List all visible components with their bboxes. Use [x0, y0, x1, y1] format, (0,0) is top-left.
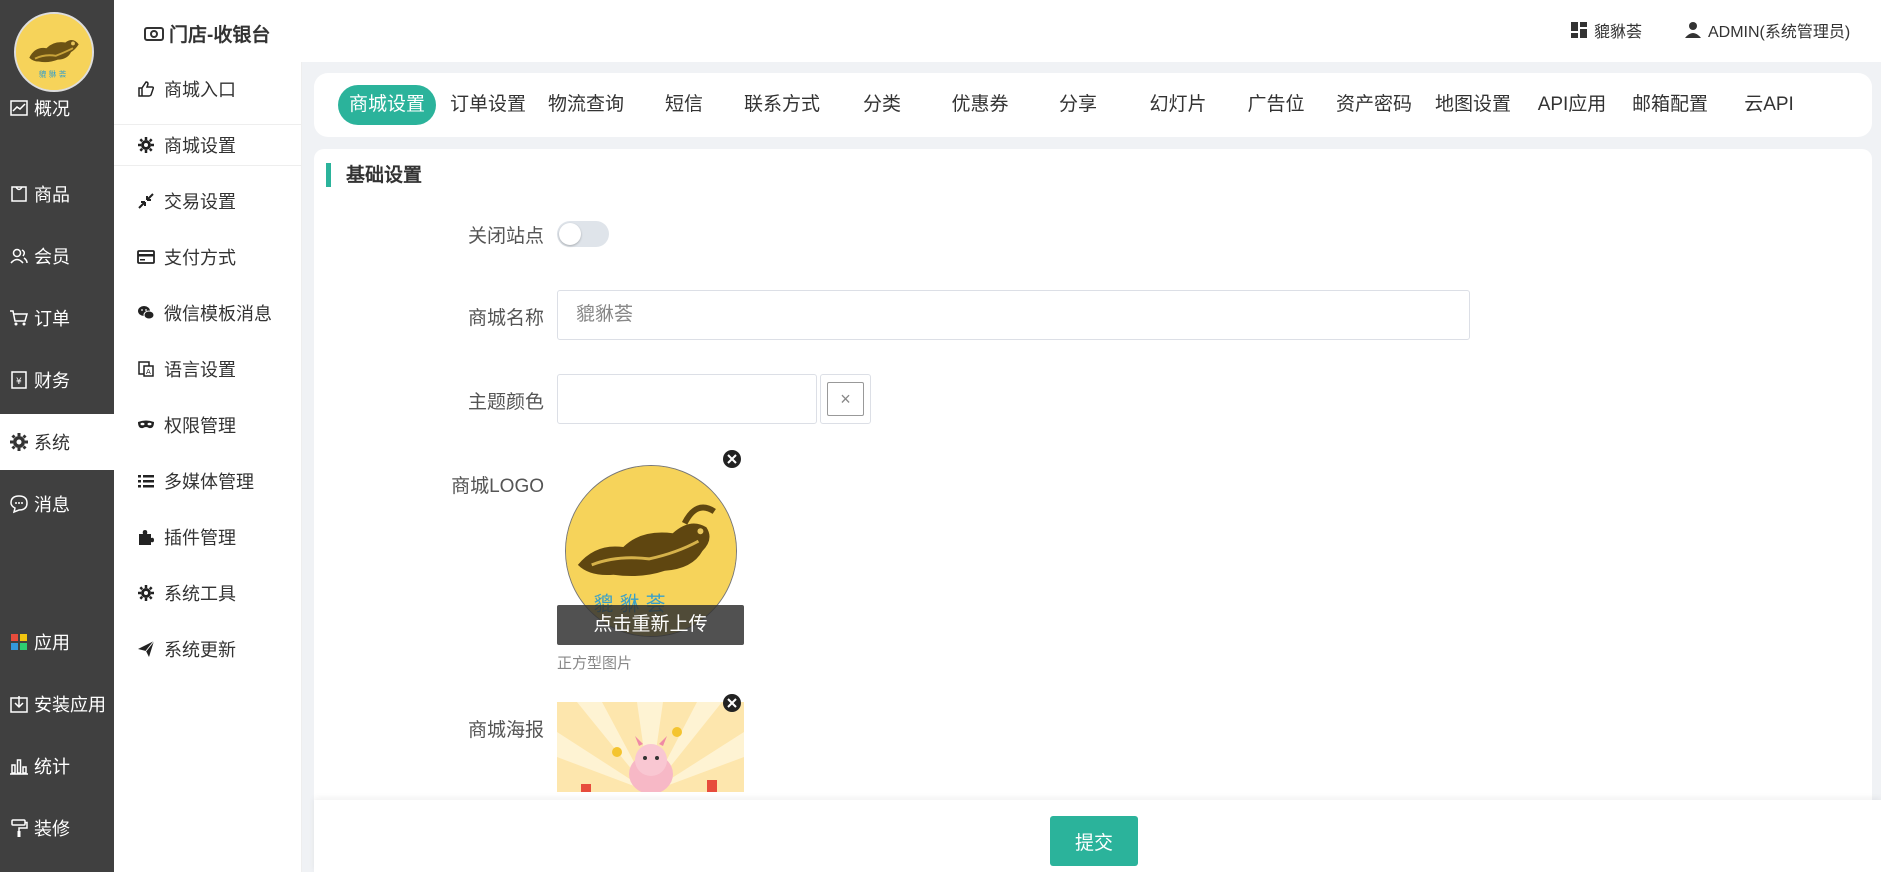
close-site-switch[interactable] — [557, 221, 609, 247]
poster-upload[interactable] — [557, 702, 744, 792]
color-clear-icon: × — [827, 382, 864, 416]
poster-label: 商城海报 — [467, 720, 544, 741]
tab-logistics[interactable]: 物流查询 — [546, 85, 626, 125]
user-menu[interactable]: ADMIN(系统管理员) — [1684, 18, 1850, 42]
poster-preview — [557, 702, 744, 792]
nav-system[interactable]: 系统 — [0, 414, 114, 470]
sub-item-language-settings[interactable]: A 语言设置 — [114, 348, 302, 390]
install-icon — [8, 693, 30, 715]
nav-install-apps[interactable]: 安装应用 — [0, 676, 114, 732]
puzzle-icon — [136, 527, 156, 547]
sub-item-shop-settings[interactable]: 商城设置 — [114, 124, 302, 166]
tab-sms[interactable]: 短信 — [644, 85, 724, 125]
sub-item-system-tools[interactable]: 系统工具 — [114, 572, 302, 614]
shop-switcher[interactable]: 貔貅荟 — [1570, 18, 1642, 42]
section-title: 基础设置 — [346, 165, 423, 186]
poster-delete-button[interactable] — [723, 694, 741, 712]
gear-icon — [136, 135, 156, 155]
tab-asset-password[interactable]: 资产密码 — [1334, 85, 1414, 125]
nav-statistics[interactable]: 统计 — [0, 738, 114, 794]
shop-name-input[interactable] — [557, 290, 1470, 340]
settings-panel: 基础设置 关闭站点 商城名称 主题颜色 × 商城LOGO 貔 貅 荟 点击重新上… — [314, 149, 1872, 872]
main-sidebar: 貔 貅 荟 概况 商品 会员 订单 ¥ 财务 系统 消息 应用 安装应用 统计 … — [0, 0, 114, 872]
settings-tabs: 商城设置 订单设置 物流查询 短信 联系方式 分类 优惠券 分享 幻灯片 广告位… — [314, 73, 1872, 137]
logo-delete-button[interactable] — [723, 450, 741, 468]
tab-shop-settings[interactable]: 商城设置 — [338, 85, 436, 125]
tab-map-settings[interactable]: 地图设置 — [1433, 85, 1513, 125]
nav-messages[interactable]: 消息 — [0, 476, 114, 532]
tab-cloud-api[interactable]: 云API — [1729, 85, 1809, 125]
nav-decoration[interactable]: 装修 — [0, 800, 114, 856]
svg-text:A: A — [146, 368, 151, 376]
sub-item-payment-methods[interactable]: 支付方式 — [114, 236, 302, 278]
nav-members[interactable]: 会员 — [0, 228, 114, 284]
shop-name-label: 商城名称 — [467, 308, 544, 329]
card-icon — [136, 247, 156, 267]
tab-ads[interactable]: 广告位 — [1236, 85, 1316, 125]
logo-hint: 正方型图片 — [557, 655, 633, 672]
svg-text:貔 貅 荟: 貔 貅 荟 — [39, 69, 67, 79]
sub-item-media[interactable]: 多媒体管理 — [114, 460, 302, 502]
tab-category[interactable]: 分类 — [842, 85, 922, 125]
nav-overview[interactable]: 概况 — [0, 80, 114, 136]
language-icon: A — [136, 359, 156, 379]
page-title: 门店-收银台 — [144, 20, 270, 47]
nav-apps[interactable]: 应用 — [0, 614, 114, 670]
cart-icon — [8, 307, 30, 329]
form-footer: 提交 — [314, 800, 1881, 872]
arrows-icon — [136, 191, 156, 211]
close-icon — [727, 698, 737, 708]
tab-api-apps[interactable]: API应用 — [1532, 85, 1612, 125]
chart-icon — [8, 97, 30, 119]
logo-label: 商城LOGO — [451, 476, 544, 497]
nav-finance[interactable]: ¥ 财务 — [0, 352, 114, 408]
gear-icon — [136, 583, 156, 603]
message-icon — [8, 493, 30, 515]
theme-color-label: 主题颜色 — [467, 392, 544, 413]
tab-slideshow[interactable]: 幻灯片 — [1138, 85, 1218, 125]
tab-share[interactable]: 分享 — [1038, 85, 1118, 125]
paint-roller-icon — [8, 817, 30, 839]
theme-color-picker[interactable]: × — [820, 374, 871, 424]
close-icon — [727, 454, 737, 464]
top-header: 门店-收银台 貔貅荟 ADMIN(系统管理员) — [114, 0, 1881, 62]
settings-sidebar: 商城入口 商城设置 交易设置 支付方式 微信模板消息 A 语言设置 权限管理 多… — [114, 62, 302, 872]
apps-icon — [8, 631, 30, 653]
sub-item-wechat-templates[interactable]: 微信模板消息 — [114, 292, 302, 334]
mask-icon — [136, 415, 156, 435]
stats-icon — [8, 755, 30, 777]
product-icon — [8, 183, 30, 205]
logo-reupload-button[interactable]: 点击重新上传 — [557, 605, 744, 645]
svg-text:¥: ¥ — [16, 377, 22, 387]
users-icon — [8, 245, 30, 267]
list-icon — [136, 471, 156, 491]
wechat-icon — [136, 303, 156, 323]
tab-order-settings[interactable]: 订单设置 — [448, 85, 528, 125]
cash-register-icon — [144, 26, 164, 41]
sub-item-system-update[interactable]: 系统更新 — [114, 628, 302, 670]
tab-contact[interactable]: 联系方式 — [742, 85, 822, 125]
sub-item-plugins[interactable]: 插件管理 — [114, 516, 302, 558]
send-icon — [136, 639, 156, 659]
nav-products[interactable]: 商品 — [0, 166, 114, 222]
tab-mail-config[interactable]: 邮箱配置 — [1630, 85, 1710, 125]
thumb-icon — [136, 79, 156, 99]
sub-item-trade-settings[interactable]: 交易设置 — [114, 180, 302, 222]
close-site-label: 关闭站点 — [467, 226, 544, 247]
sub-item-permissions[interactable]: 权限管理 — [114, 404, 302, 446]
submit-button[interactable]: 提交 — [1050, 816, 1138, 866]
user-icon — [1685, 22, 1701, 38]
tab-coupons[interactable]: 优惠券 — [940, 85, 1020, 125]
gear-icon — [8, 431, 30, 453]
finance-icon: ¥ — [8, 369, 30, 391]
sub-item-shop-entry[interactable]: 商城入口 — [114, 68, 302, 110]
dashboard-icon — [1571, 22, 1587, 38]
nav-orders[interactable]: 订单 — [0, 290, 114, 346]
switch-knob — [559, 223, 581, 245]
theme-color-input[interactable] — [557, 374, 817, 424]
